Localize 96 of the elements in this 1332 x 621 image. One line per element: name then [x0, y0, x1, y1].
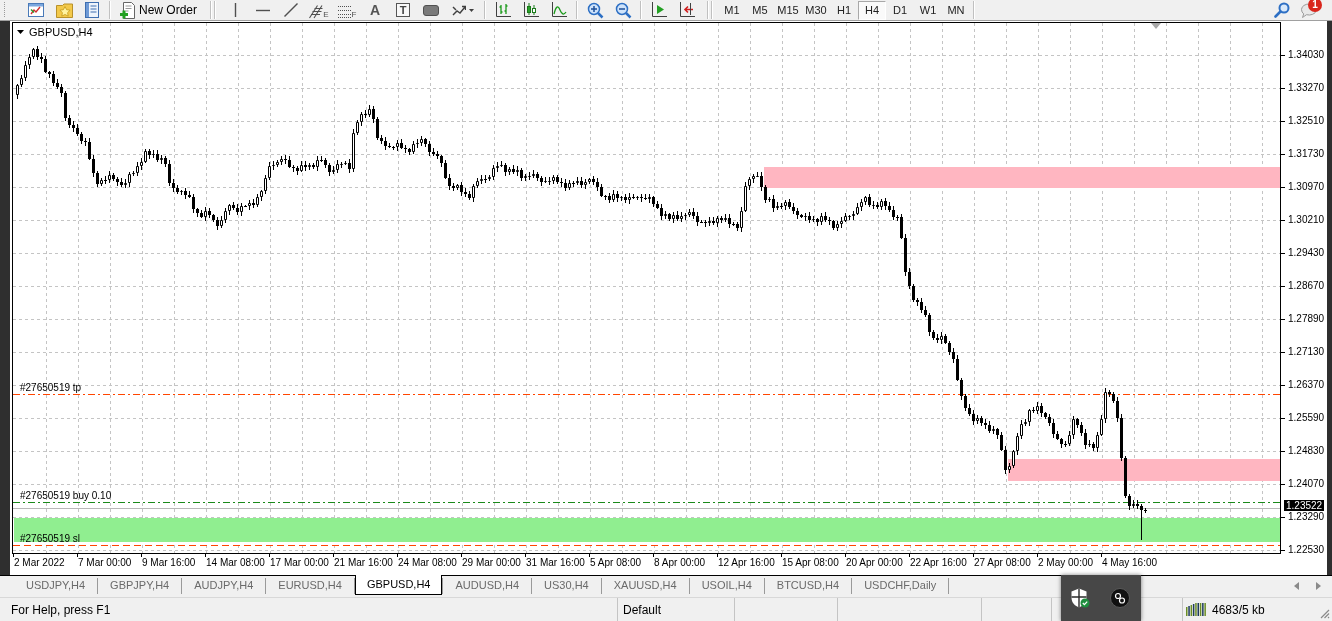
arrows-icon[interactable] [452, 4, 466, 16]
chart-tab[interactable]: GBPJPY,H4 [98, 576, 182, 595]
current-price-label: 1.23522 [1284, 500, 1325, 511]
price-label: 1.32510 [1288, 115, 1325, 127]
order-line-label: #27650519 buy 0.10 [20, 490, 112, 502]
folder-star-icon[interactable] [55, 2, 73, 18]
time-label: 22 Apr 16:00 [909, 557, 967, 569]
order-line-label: #27650519 sl [20, 533, 81, 545]
price-label: 1.25590 [1288, 412, 1325, 424]
time-label: 17 Mar 00:00 [269, 557, 329, 569]
chart-tab[interactable]: XAUUSD,H4 [601, 576, 689, 595]
timeframe-button[interactable]: H1 [830, 0, 858, 20]
horizontal-line-icon[interactable] [256, 8, 270, 12]
time-label: 15 Apr 08:00 [781, 557, 839, 569]
timeframe-button[interactable]: H4 [858, 0, 886, 20]
dropdown-triangle-icon[interactable] [17, 30, 24, 34]
list-window-icon[interactable] [85, 2, 99, 18]
price-label: 1.31730 [1288, 148, 1325, 160]
timeframe-button[interactable]: D1 [886, 0, 914, 20]
price-label: 1.33270 [1288, 82, 1325, 94]
price-label: 1.22530 [1288, 544, 1325, 556]
shield-check-icon[interactable] [1070, 588, 1090, 608]
diagonal-line-icon[interactable] [284, 3, 298, 17]
line-chart-icon[interactable] [551, 2, 567, 18]
text-tool-button[interactable]: A [369, 2, 381, 18]
time-label: 27 Apr 08:00 [973, 557, 1031, 569]
timeframe-button[interactable]: W1 [914, 0, 942, 20]
chart-window-icon[interactable] [28, 3, 44, 17]
timeframe-button[interactable]: M1 [718, 0, 746, 20]
timeframe-button[interactable]: M5 [746, 0, 774, 20]
text-box-tool-button[interactable]: T [396, 3, 410, 17]
scroll-left-icon[interactable] [1294, 581, 1299, 590]
time-label: 31 Mar 16:00 [525, 557, 585, 569]
time-label: 20 Apr 00:00 [845, 557, 903, 569]
chart-tab[interactable]: GBPUSD,H4 [354, 575, 443, 595]
circle-logo-icon[interactable] [1110, 588, 1130, 608]
zoom-in-icon[interactable] [586, 1, 604, 19]
scroll-right-icon[interactable] [1316, 581, 1321, 590]
time-label: 5 Apr 08:00 [589, 557, 642, 569]
price-label: 1.27890 [1288, 313, 1325, 325]
resize-grip-icon[interactable] [1320, 609, 1330, 619]
autoscroll-icon[interactable] [679, 2, 695, 18]
time-label: 12 Apr 16:00 [717, 557, 775, 569]
time-label: 24 Mar 08:00 [397, 557, 457, 569]
chart-tab[interactable]: USDCHF,Daily [852, 576, 949, 595]
price-label: 1.23290 [1288, 511, 1325, 523]
price-label: 1.30970 [1288, 181, 1325, 193]
timeframe-button[interactable]: MN [942, 0, 970, 20]
vertical-line-icon[interactable] [233, 3, 237, 17]
chart-tab[interactable]: US30,H4 [532, 576, 601, 595]
time-label: 8 Apr 00:00 [653, 557, 706, 569]
time-label: 9 Mar 16:00 [141, 557, 196, 569]
chart-shift-icon[interactable] [651, 2, 667, 18]
hatch-tool-button[interactable]: E [309, 1, 329, 19]
price-label: 1.26370 [1288, 379, 1325, 391]
time-label: 14 Mar 08:00 [205, 557, 265, 569]
time-label: 29 Mar 00:00 [461, 557, 521, 569]
chart-tab[interactable]: AUDUSD,H4 [443, 576, 532, 595]
new-order-button[interactable]: New Order [116, 0, 204, 20]
price-label: 1.34030 [1288, 49, 1325, 61]
time-label: 2 Mar 2022 [13, 557, 65, 569]
price-label: 1.29430 [1288, 247, 1325, 259]
chart-tab[interactable]: USOIL,H4 [689, 576, 764, 595]
chart-title: GBPUSD,H4 [29, 26, 93, 38]
rounded-rectangle-icon[interactable] [423, 4, 439, 16]
search-icon[interactable] [1274, 2, 1290, 18]
timeframe-button[interactable]: M30 [802, 0, 830, 20]
bar-chart-icon[interactable] [495, 2, 511, 18]
order-line-label: #27650519 tp [20, 382, 82, 394]
zoom-out-icon[interactable] [614, 1, 632, 19]
timeframe-button[interactable]: M15 [774, 0, 802, 20]
dotted-lines-tool-button[interactable]: F [337, 1, 357, 19]
notification-count: 1 [1308, 0, 1322, 12]
dotted-lines-icon [337, 4, 352, 19]
time-label: 4 May 16:00 [1101, 557, 1158, 569]
chart-tab[interactable]: AUDJPY,H4 [182, 576, 266, 595]
time-label: 7 Mar 00:00 [77, 557, 132, 569]
price-label: 1.24830 [1288, 445, 1325, 457]
grip-icon[interactable] [3, 2, 6, 18]
connection-bars-icon [1186, 603, 1207, 616]
caret-icon[interactable] [469, 8, 474, 12]
traffic-text: 4683/5 kb [1212, 602, 1265, 617]
candlestick-icon[interactable] [523, 2, 539, 18]
price-label: 1.30210 [1288, 214, 1325, 226]
price-label: 1.27130 [1288, 346, 1325, 358]
time-label: 21 Mar 16:00 [333, 557, 393, 569]
price-label: 1.28670 [1288, 280, 1325, 292]
time-label: 2 May 00:00 [1037, 557, 1094, 569]
price-label: 1.24070 [1288, 478, 1325, 490]
hatched-lines-icon [309, 4, 324, 19]
chart-tab[interactable]: EURUSD,H4 [266, 576, 354, 595]
profile-name: Default [623, 602, 662, 617]
shift-marker-icon[interactable] [1151, 23, 1161, 29]
status-help-text: For Help, press F1 [11, 602, 111, 617]
chart-tab[interactable]: USDJPY,H4 [14, 576, 98, 595]
chart-tab[interactable]: BTCUSD,H4 [764, 576, 852, 595]
